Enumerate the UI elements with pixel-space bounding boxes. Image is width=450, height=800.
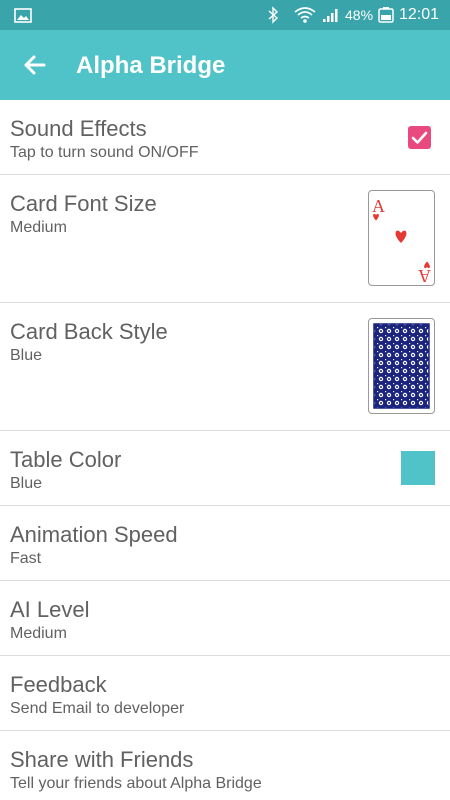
setting-title: Animation Speed <box>10 522 178 547</box>
card-rank-top: A <box>372 196 385 216</box>
setting-title: Feedback <box>10 672 107 697</box>
setting-sound-effects[interactable]: Sound Effects Tap to turn sound ON/OFF <box>0 100 450 175</box>
setting-summary: Send Email to developer <box>10 700 185 717</box>
setting-share-with-friends[interactable]: Share with Friends Tell your friends abo… <box>0 731 450 800</box>
checkmark-icon <box>411 131 428 144</box>
setting-summary: Blue <box>10 475 43 492</box>
setting-summary: Medium <box>10 219 67 236</box>
app-title: Alpha Bridge <box>76 52 226 79</box>
card-face-preview: A A <box>368 190 435 286</box>
setting-feedback[interactable]: Feedback Send Email to developer <box>0 656 450 731</box>
app-bar: Alpha Bridge <box>0 30 450 100</box>
setting-title: Table Color <box>10 447 122 472</box>
setting-summary: Blue <box>10 347 43 364</box>
setting-summary: Tell your friends about Alpha Bridge <box>10 775 262 792</box>
setting-summary: Medium <box>10 625 67 642</box>
image-notification-icon <box>14 8 32 23</box>
status-bar: 48% 12:01 <box>0 0 450 30</box>
setting-title: Card Font Size <box>10 191 157 216</box>
setting-summary: Fast <box>10 550 42 567</box>
setting-summary: Tap to turn sound ON/OFF <box>10 144 199 161</box>
wifi-icon <box>294 7 316 23</box>
sound-effects-checkbox[interactable] <box>408 126 431 149</box>
setting-card-back-style[interactable]: Card Back Style Blue <box>0 303 450 431</box>
setting-title: Card Back Style <box>10 319 168 344</box>
back-arrow-icon[interactable] <box>20 50 50 80</box>
battery-icon <box>378 7 394 23</box>
card-back-preview <box>368 318 435 414</box>
setting-animation-speed[interactable]: Animation Speed Fast <box>0 506 450 581</box>
clock: 12:01 <box>399 6 440 23</box>
setting-title: Share with Friends <box>10 747 194 772</box>
setting-ai-level[interactable]: AI Level Medium <box>0 581 450 656</box>
battery-percentage: 48% <box>345 7 374 23</box>
signal-icon <box>323 9 338 22</box>
settings-list: Sound Effects Tap to turn sound ON/OFF C… <box>0 100 450 800</box>
setting-table-color[interactable]: Table Color Blue <box>0 431 450 506</box>
setting-title: AI Level <box>10 597 90 622</box>
setting-card-font-size[interactable]: Card Font Size Medium A A <box>0 175 450 303</box>
card-rank-bottom: A <box>418 266 431 285</box>
ace-of-hearts-card: A A <box>372 196 431 286</box>
card-back-pattern <box>373 323 430 409</box>
setting-title: Sound Effects <box>10 116 147 141</box>
bluetooth-icon <box>268 6 279 24</box>
table-color-swatch <box>401 451 435 485</box>
